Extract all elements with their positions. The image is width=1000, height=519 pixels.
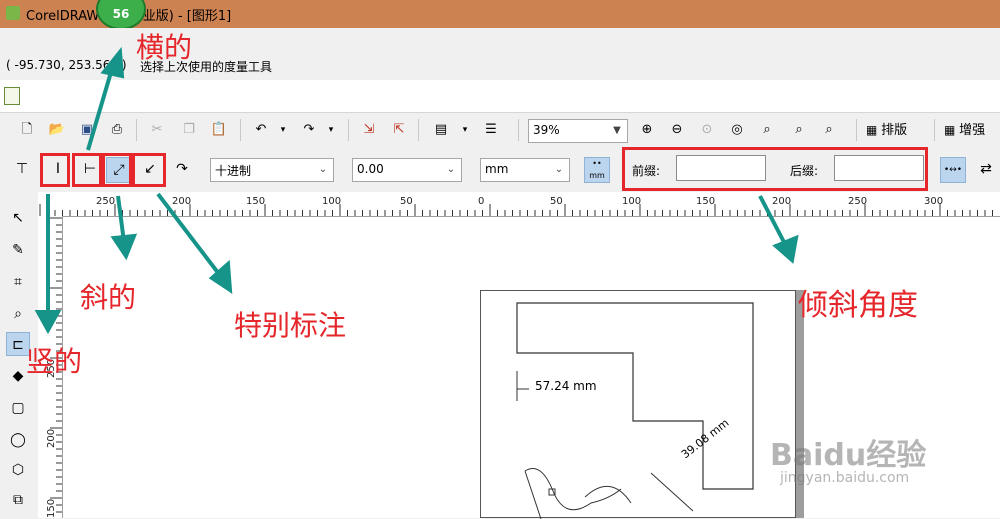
arrow-head xyxy=(110,233,138,261)
arrow-head xyxy=(34,310,62,335)
arrow-line xyxy=(156,192,224,280)
annotation-vertical: 竖的 xyxy=(26,345,83,378)
baidu-watermark-url: jingyan.baidu.com xyxy=(780,470,910,486)
annotation-special: 特别标注 xyxy=(234,309,347,342)
arrow-head xyxy=(772,234,799,264)
annotation-tilt-angle: 倾斜角度 xyxy=(798,288,918,323)
arrow-head xyxy=(100,46,125,79)
annotation-diagonal: 斜的 xyxy=(80,281,137,314)
annotation-horizontal: 横的 xyxy=(136,31,193,64)
baidu-watermark: Baidu经验 xyxy=(770,438,927,473)
arrow-line xyxy=(758,195,788,247)
